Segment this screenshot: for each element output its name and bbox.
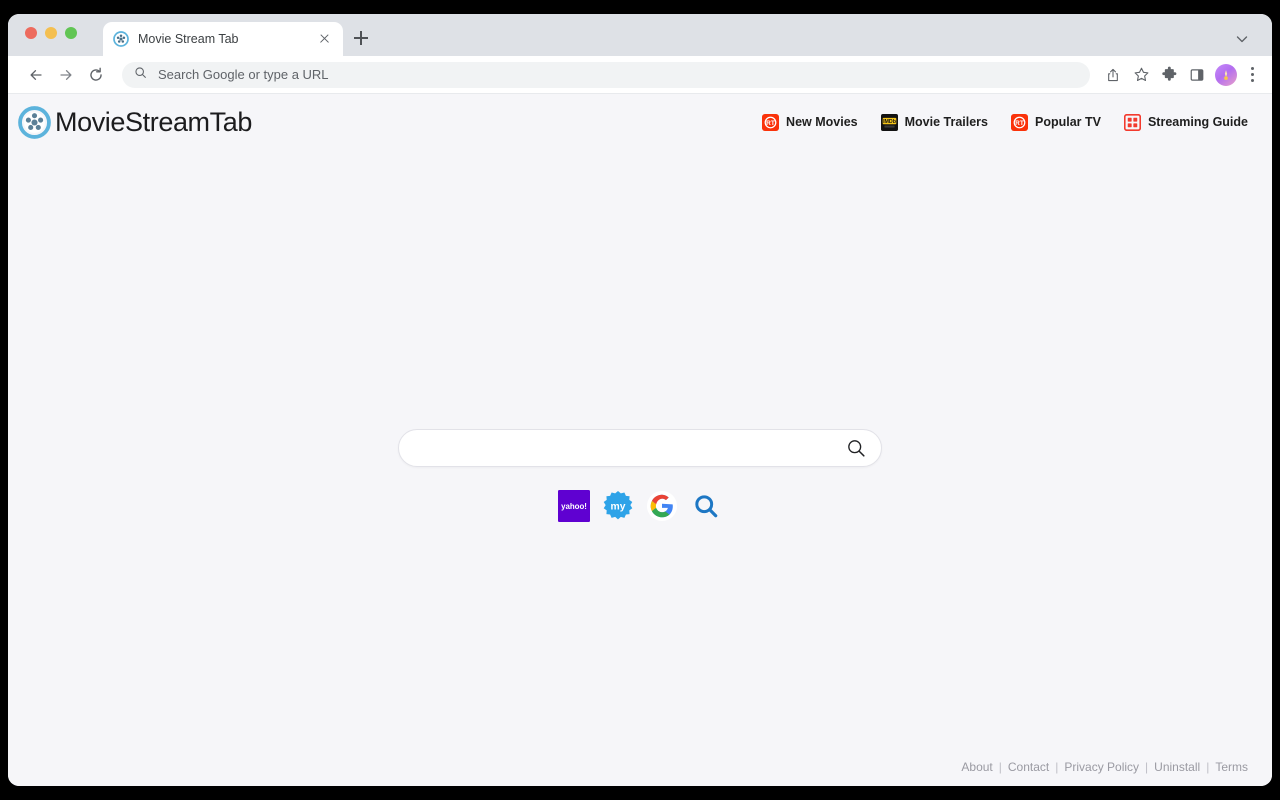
- svg-text:my: my: [611, 501, 626, 512]
- brand[interactable]: MovieStreamTab: [18, 105, 252, 139]
- browser-toolbar: Search Google or type a URL: [8, 56, 1272, 94]
- share-icon[interactable]: [1100, 62, 1126, 88]
- bookmark-star-icon[interactable]: [1128, 62, 1154, 88]
- search-box[interactable]: [398, 429, 882, 467]
- search-input[interactable]: [417, 440, 845, 456]
- nav-label: Popular TV: [1034, 115, 1101, 129]
- film-reel-icon: [18, 105, 51, 139]
- nav-label: Movie Trailers: [904, 115, 988, 129]
- back-icon[interactable]: [22, 61, 50, 89]
- search-submit-icon[interactable]: [845, 437, 867, 459]
- footer-separator: |: [1145, 760, 1149, 774]
- svg-text:RT: RT: [766, 120, 775, 127]
- new-tab-button[interactable]: [350, 27, 372, 49]
- browser-tab[interactable]: Movie Stream Tab: [103, 22, 343, 56]
- search-engine-yahoo[interactable]: yahoo!: [557, 489, 591, 523]
- profile-avatar-icon[interactable]: [1215, 63, 1237, 86]
- tab-list-chevron-down-icon[interactable]: [1234, 31, 1250, 47]
- address-bar-text: Search Google or type a URL: [158, 67, 329, 82]
- browser-window: Movie Stream Tab Search Google or type a…: [8, 14, 1272, 786]
- footer-link-about[interactable]: About: [961, 760, 992, 774]
- maximize-window-button[interactable]: [65, 27, 77, 39]
- search-area: yahoo! my: [8, 429, 1272, 523]
- window-controls: [25, 27, 77, 39]
- footer-link-contact[interactable]: Contact: [1008, 760, 1049, 774]
- browser-menu-icon[interactable]: [1242, 62, 1262, 88]
- new-tab-page: MovieStreamTab RT New Movies IMDb Movie …: [8, 94, 1272, 786]
- svg-text:RT: RT: [1015, 120, 1024, 127]
- search-engine-list: yahoo! my: [8, 489, 1272, 523]
- close-window-button[interactable]: [25, 27, 37, 39]
- footer-separator: |: [1206, 760, 1210, 774]
- nav-link-new-movies[interactable]: RT New Movies: [762, 113, 858, 131]
- film-reel-icon: [113, 31, 129, 47]
- tab-strip: Movie Stream Tab: [8, 14, 1272, 56]
- extensions-puzzle-icon[interactable]: [1156, 62, 1182, 88]
- nav-link-popular-tv[interactable]: RT Popular TV: [1010, 113, 1101, 131]
- site-footer: About | Contact | Privacy Policy | Unins…: [961, 760, 1248, 774]
- svg-text:yahoo!: yahoo!: [561, 502, 587, 511]
- footer-separator: |: [1055, 760, 1059, 774]
- reload-icon[interactable]: [82, 61, 110, 89]
- nav-label: New Movies: [786, 115, 858, 129]
- close-tab-button[interactable]: [315, 30, 333, 48]
- address-bar[interactable]: Search Google or type a URL: [122, 61, 1090, 88]
- forward-icon[interactable]: [52, 61, 80, 89]
- svg-text:IMDb: IMDb: [883, 119, 896, 125]
- side-panel-icon[interactable]: [1184, 62, 1210, 88]
- footer-link-privacy-policy[interactable]: Privacy Policy: [1064, 760, 1139, 774]
- nav-label: Streaming Guide: [1147, 115, 1248, 129]
- site-header: MovieStreamTab RT New Movies IMDb Movie …: [8, 94, 1272, 150]
- search-engine-ask[interactable]: [689, 489, 723, 523]
- nav-link-movie-trailers[interactable]: IMDb Movie Trailers: [880, 113, 988, 131]
- site-nav: RT New Movies IMDb Movie Trailers RT Pop…: [762, 113, 1248, 131]
- search-icon: [134, 66, 147, 84]
- search-engine-myway[interactable]: my: [601, 489, 635, 523]
- footer-link-uninstall[interactable]: Uninstall: [1154, 760, 1200, 774]
- minimize-window-button[interactable]: [45, 27, 57, 39]
- search-engine-google[interactable]: [645, 489, 679, 523]
- imdb-icon: IMDb: [880, 113, 898, 131]
- rotten-tomatoes-icon: RT: [1010, 113, 1028, 131]
- footer-link-terms[interactable]: Terms: [1215, 760, 1248, 774]
- grid-icon: [1123, 113, 1142, 131]
- brand-name: MovieStreamTab: [55, 106, 252, 137]
- nav-link-streaming-guide[interactable]: Streaming Guide: [1123, 113, 1248, 131]
- footer-separator: |: [998, 760, 1002, 774]
- tab-title: Movie Stream Tab: [138, 32, 239, 46]
- rotten-tomatoes-icon: RT: [762, 113, 780, 131]
